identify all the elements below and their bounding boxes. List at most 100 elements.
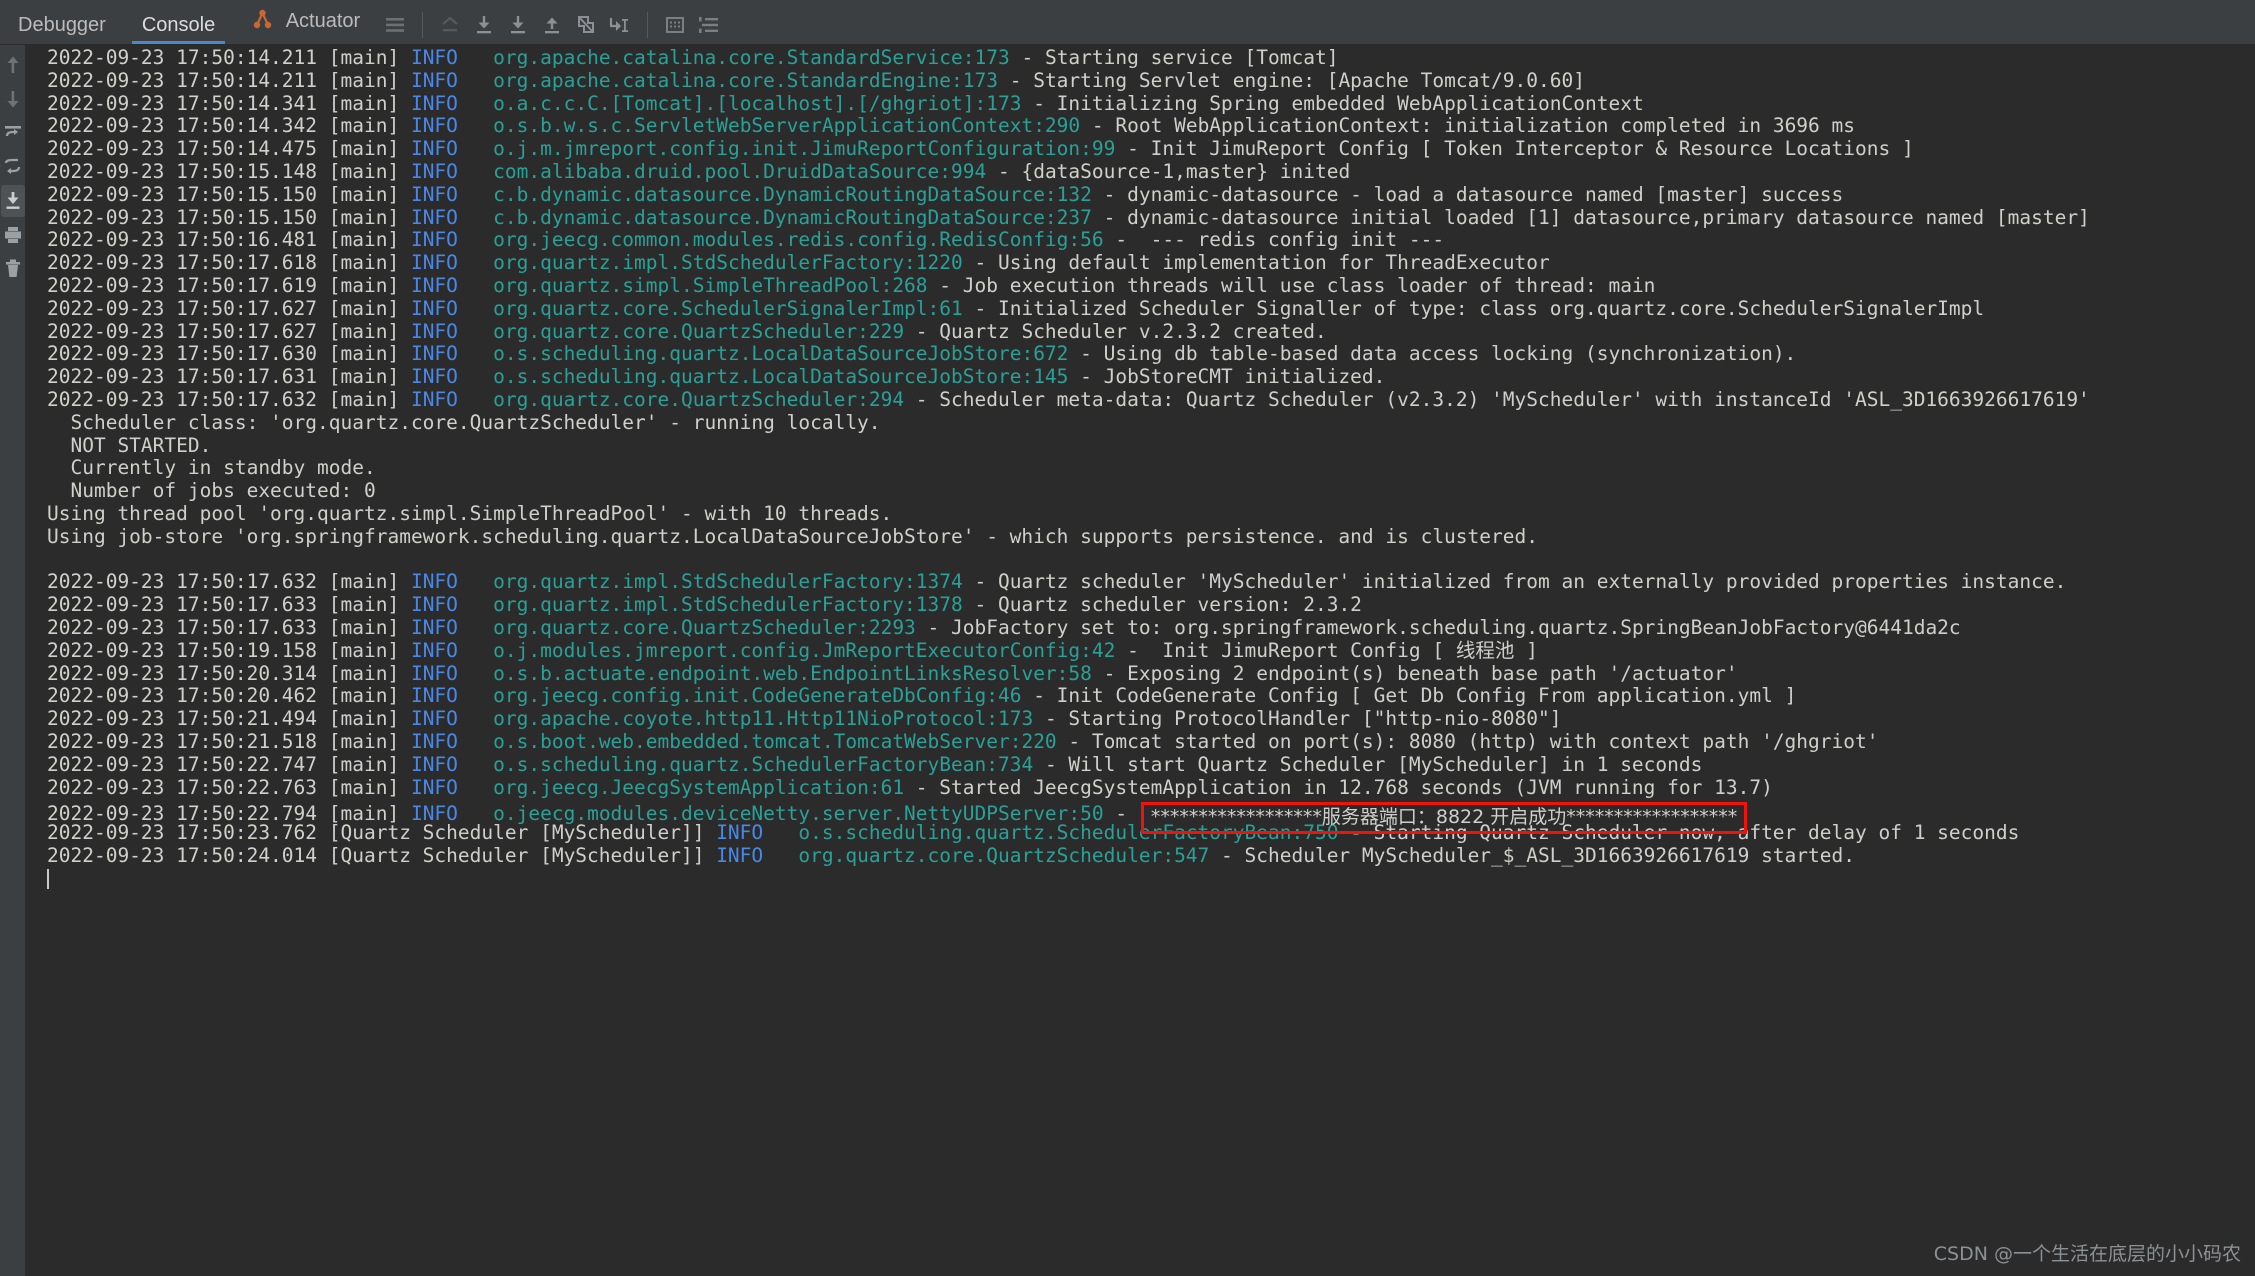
- rerun-icon[interactable]: [1, 49, 25, 81]
- csdn-watermark: CSDN @一个生活在底层的小小码农: [1934, 1239, 2241, 1266]
- tab-actuator[interactable]: Actuator: [233, 9, 378, 44]
- log-message: - --- redis config init ---: [1115, 228, 1444, 251]
- log-logger: org.apache.coyote.http11.Http11NioProtoc…: [493, 707, 1045, 730]
- log-thread: [main]: [329, 776, 411, 799]
- log-spacer: [458, 320, 493, 343]
- log-timestamp: 2022-09-23 17:50:15.148: [47, 160, 329, 183]
- menu-icon[interactable]: [378, 10, 412, 40]
- log-message: - dynamic-datasource - load a datasource…: [1104, 183, 1844, 206]
- log-thread: [main]: [329, 297, 411, 320]
- log-thread: [main]: [329, 707, 411, 730]
- log-level: INFO: [411, 137, 458, 160]
- print-icon[interactable]: [658, 10, 692, 40]
- log-logger: o.s.b.w.s.c.ServletWebServerApplicationC…: [493, 114, 1092, 137]
- step-down-icon[interactable]: [1, 83, 25, 115]
- log-thread: [main]: [329, 228, 411, 251]
- log-timestamp: 2022-09-23 17:50:14.341: [47, 92, 329, 115]
- console-log-line: 2022-09-23 17:50:14.341 [main] INFO o.a.…: [25, 93, 2255, 116]
- log-thread: [main]: [329, 69, 411, 92]
- log-message: - Root WebApplicationContext: initializa…: [1092, 114, 1855, 137]
- log-message: - Scheduler MyScheduler_$_ASL_3D16639266…: [1221, 844, 1855, 867]
- log-level: INFO: [411, 251, 458, 274]
- log-logger: c.b.dynamic.datasource.DynamicRoutingDat…: [493, 183, 1103, 206]
- scroll-up-icon[interactable]: [535, 10, 569, 40]
- log-message: - Using db table-based data access locki…: [1080, 342, 1796, 365]
- log-logger: org.quartz.core.QuartzScheduler:547: [798, 844, 1221, 867]
- log-level: INFO: [411, 684, 458, 707]
- log-spacer: [458, 251, 493, 274]
- actuator-icon: [251, 9, 275, 35]
- console-caret-line: [25, 868, 2255, 891]
- log-thread: [main]: [329, 274, 411, 297]
- log-message: - Tomcat started on port(s): 8080 (http)…: [1068, 730, 1878, 753]
- console-log-line: 2022-09-23 17:50:15.150 [main] INFO c.b.…: [25, 207, 2255, 230]
- console-output[interactable]: 2022-09-23 17:50:14.211 [main] INFO org.…: [25, 45, 2255, 1276]
- log-thread: [main]: [329, 753, 411, 776]
- log-spacer: [458, 46, 493, 69]
- log-timestamp: 2022-09-23 17:50:14.211: [47, 46, 329, 69]
- log-thread: [main]: [329, 684, 411, 707]
- log-logger: org.quartz.impl.StdSchedulerFactory:1220: [493, 251, 974, 274]
- log-message: Scheduler class: 'org.quartz.core.Quartz…: [47, 411, 881, 434]
- log-timestamp: 2022-09-23 17:50:14.475: [47, 137, 329, 160]
- log-logger: com.alibaba.druid.pool.DruidDataSource:9…: [493, 160, 998, 183]
- log-message: - Quartz scheduler 'MyScheduler' initial…: [975, 570, 2067, 593]
- log-message: - Starting service [Tomcat]: [1021, 46, 1338, 69]
- console-log-line: 2022-09-23 17:50:14.211 [main] INFO org.…: [25, 47, 2255, 70]
- next-occurrence-icon[interactable]: [603, 10, 637, 40]
- log-thread: [main]: [329, 616, 411, 639]
- log-message: - Starting ProtocolHandler ["http-nio-80…: [1045, 707, 1562, 730]
- text-caret: [47, 869, 49, 889]
- log-thread: [main]: [329, 92, 411, 115]
- log-logger: org.jeecg.config.init.CodeGenerateDbConf…: [493, 684, 1033, 707]
- tab-actuator-label: Actuator: [286, 10, 360, 32]
- log-level: INFO: [411, 69, 458, 92]
- previous-occurrence-icon[interactable]: [569, 10, 603, 40]
- toolbar-separator-2: [647, 12, 648, 38]
- console-log-line: 2022-09-23 17:50:14.475 [main] INFO o.j.…: [25, 138, 2255, 161]
- log-level: INFO: [411, 183, 458, 206]
- log-timestamp: 2022-09-23 17:50:17.632: [47, 388, 329, 411]
- scroll-to-end-icon[interactable]: [467, 10, 501, 40]
- console-log-line: 2022-09-23 17:50:17.631 [main] INFO o.s.…: [25, 366, 2255, 389]
- log-level: INFO: [411, 46, 458, 69]
- log-timestamp: 2022-09-23 17:50:17.633: [47, 616, 329, 639]
- soft-wrap-icon[interactable]: [433, 10, 467, 40]
- console-plain-line: Using thread pool 'org.quartz.simpl.Simp…: [25, 503, 2255, 526]
- console-log-line: 2022-09-23 17:50:17.632 [main] INFO org.…: [25, 571, 2255, 594]
- up-stack-icon[interactable]: [1, 117, 25, 149]
- log-spacer: [458, 137, 493, 160]
- log-spacer: [458, 639, 493, 662]
- log-logger: o.a.c.c.C.[Tomcat].[localhost].[/ghgriot…: [493, 92, 1033, 115]
- log-thread: [main]: [329, 662, 411, 685]
- highlighted-server-port-message: ******************服务器端口：8822 开启成功*******…: [1141, 802, 1747, 834]
- log-spacer: [458, 570, 493, 593]
- console-log-line: 2022-09-23 17:50:17.633 [main] INFO org.…: [25, 594, 2255, 617]
- log-level: INFO: [411, 753, 458, 776]
- console-log-line: 2022-09-23 17:50:17.618 [main] INFO org.…: [25, 252, 2255, 275]
- console-log-line: 2022-09-23 17:50:14.211 [main] INFO org.…: [25, 70, 2255, 93]
- soft-wrap-toggle-icon[interactable]: [1, 151, 25, 183]
- log-level: INFO: [411, 570, 458, 593]
- log-timestamp: 2022-09-23 17:50:20.462: [47, 684, 329, 707]
- settings-list-icon[interactable]: [692, 10, 726, 40]
- log-level: INFO: [411, 616, 458, 639]
- log-thread: [Quartz Scheduler [MyScheduler]]: [329, 821, 716, 844]
- log-timestamp: 2022-09-23 17:50:14.342: [47, 114, 329, 137]
- log-spacer: [458, 662, 493, 685]
- console-log-line: 2022-09-23 17:50:24.014 [Quartz Schedule…: [25, 845, 2255, 868]
- tab-console[interactable]: Console: [124, 15, 233, 44]
- scroll-down-icon[interactable]: [501, 10, 535, 40]
- log-timestamp: 2022-09-23 17:50:17.633: [47, 593, 329, 616]
- log-message: Number of jobs executed: 0: [47, 479, 376, 502]
- log-spacer: [458, 69, 493, 92]
- log-logger: o.s.scheduling.quartz.LocalDataSourceJob…: [493, 342, 1080, 365]
- scroll-to-end-toggle-icon[interactable]: [1, 185, 25, 217]
- console-log-lines: 2022-09-23 17:50:14.211 [main] INFO org.…: [25, 47, 2255, 890]
- tab-debugger[interactable]: Debugger: [0, 15, 124, 44]
- log-thread: [main]: [329, 388, 411, 411]
- clear-all-icon[interactable]: [1, 253, 25, 285]
- log-thread: [main]: [329, 639, 411, 662]
- print-gutter-icon[interactable]: [1, 219, 25, 251]
- log-timestamp: 2022-09-23 17:50:17.619: [47, 274, 329, 297]
